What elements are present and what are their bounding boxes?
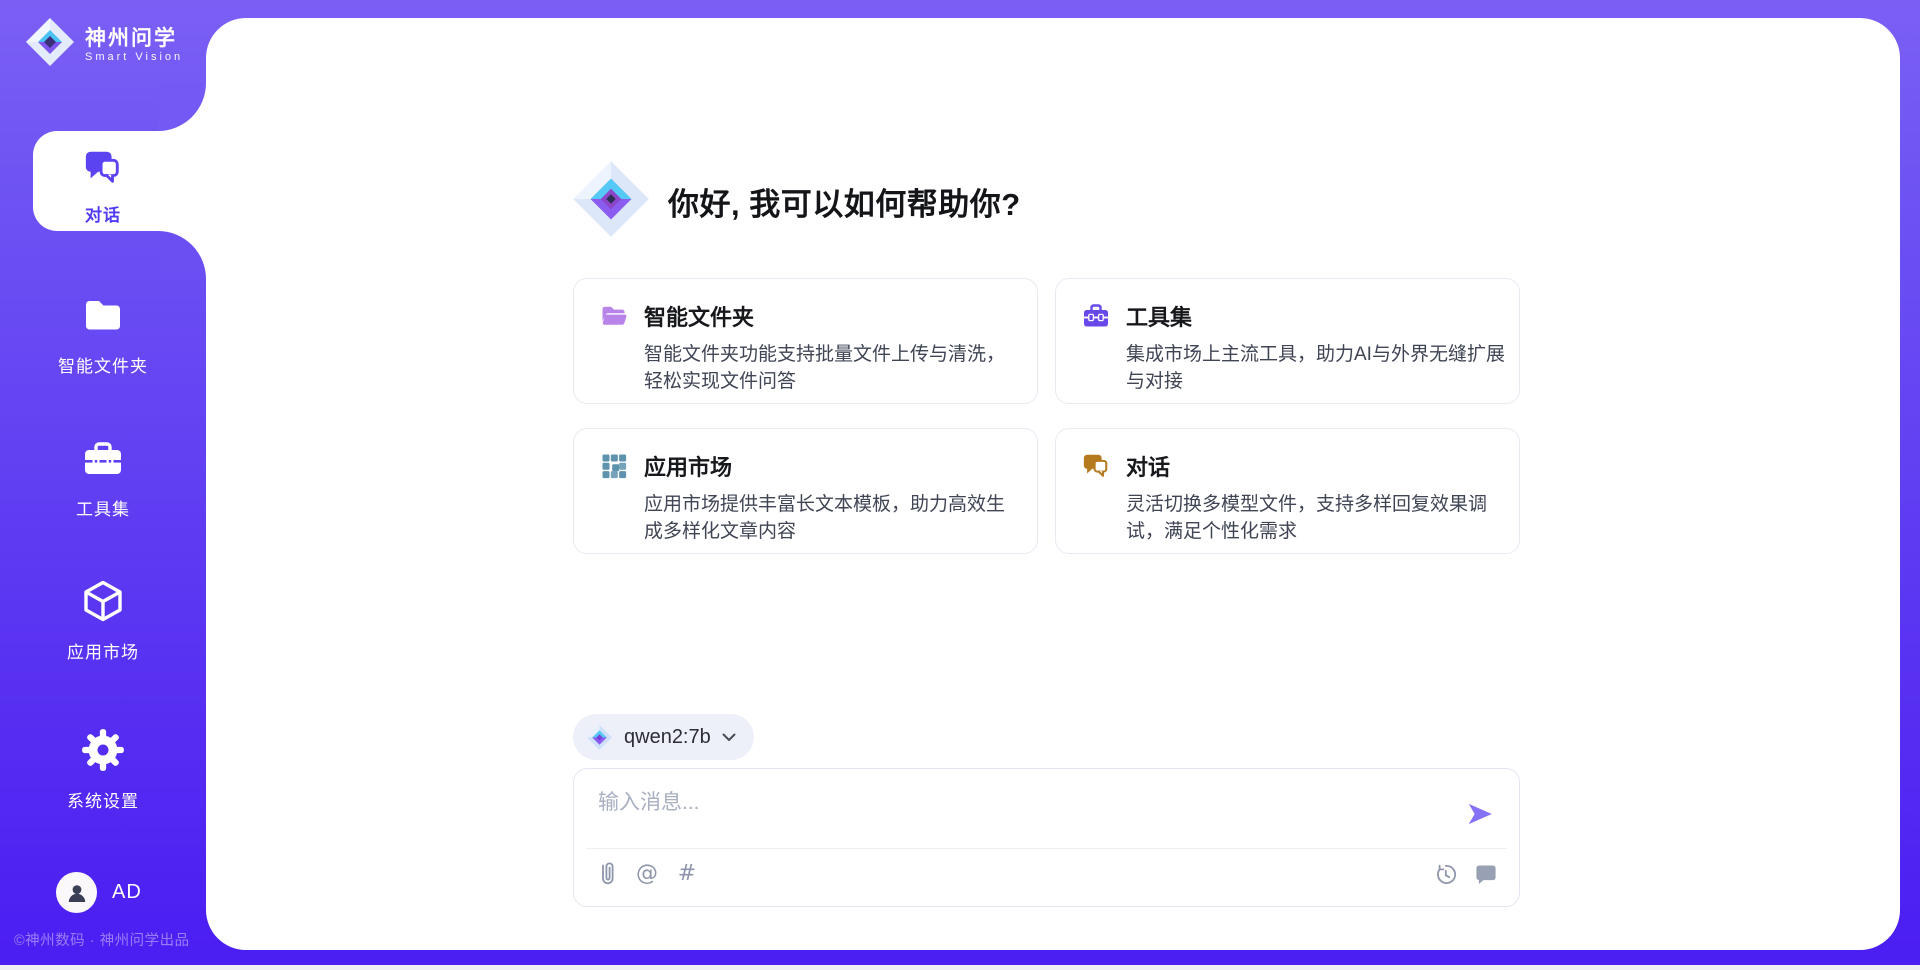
tab-fillet-bottom (158, 231, 206, 279)
sidebar-footer: ©神州数码 · 神州问学出品 (14, 929, 214, 950)
card-title: 应用市场 (644, 450, 1023, 482)
model-name: qwen2:7b (624, 726, 711, 749)
feature-cards: 智能文件夹 智能文件夹功能支持批量文件上传与清洗，轻松实现文件问答 工具集 集成… (573, 278, 1520, 554)
grid-icon (600, 452, 628, 480)
hash-icon: # (678, 863, 696, 885)
app-root: 神州问学 Smart Vision 对话 (0, 0, 1920, 970)
sidebar-item-label: 工具集 (76, 495, 130, 520)
chevron-down-icon (722, 733, 736, 742)
sidebar-item-label: 对话 (85, 201, 121, 226)
bottom-edge-strip (0, 965, 1920, 970)
feature-card-app-market[interactable]: 应用市场 应用市场提供丰富长文本模板，助力高效生成多样化文章内容 (573, 428, 1038, 554)
paperclip-icon (596, 861, 618, 887)
card-title: 对话 (1126, 450, 1505, 482)
sidebar-item-chat[interactable]: 对话 (0, 147, 206, 226)
brand-diamond-icon (570, 158, 652, 245)
sidebar: 神州问学 Smart Vision 对话 (0, 0, 206, 970)
model-selector[interactable]: qwen2:7b (573, 714, 754, 760)
sidebar-item-toolset[interactable]: 工具集 (0, 437, 206, 520)
at-icon: @ (636, 863, 658, 885)
send-button[interactable] (1465, 799, 1495, 829)
composer-divider (586, 848, 1507, 849)
sidebar-item-settings[interactable]: 系统设置 (0, 727, 206, 812)
greeting-title: 你好, 我可以如何帮助你? (668, 179, 1021, 224)
sidebar-item-app-market[interactable]: 应用市场 (0, 578, 206, 663)
sidebar-item-label: 应用市场 (67, 638, 139, 663)
folder-open-icon (600, 302, 628, 330)
card-title: 智能文件夹 (644, 300, 1023, 332)
history-clock-icon (1434, 863, 1457, 886)
feature-card-smart-folder[interactable]: 智能文件夹 智能文件夹功能支持批量文件上传与清洗，轻松实现文件问答 (573, 278, 1038, 404)
tab-fillet-top (158, 83, 206, 131)
chat-icon (1082, 452, 1110, 480)
sidebar-item-label: 系统设置 (67, 787, 139, 812)
sidebar-item-label: 智能文件夹 (58, 352, 148, 377)
card-title: 工具集 (1126, 300, 1505, 332)
chat-bubbles-icon (82, 147, 124, 192)
brand: 神州问学 Smart Vision (24, 16, 183, 73)
card-description: 智能文件夹功能支持批量文件上传与清洗，轻松实现文件问答 (644, 341, 1023, 395)
model-logo-icon (586, 724, 613, 751)
card-description: 集成市场上主流工具，助力AI与外界无缝扩展与对接 (1126, 341, 1505, 395)
brand-logo-icon (24, 16, 76, 73)
folder-icon (80, 292, 126, 343)
avatar (56, 872, 97, 913)
sidebar-item-smart-folder[interactable]: 智能文件夹 (0, 292, 206, 377)
brand-subtitle: Smart Vision (85, 51, 183, 63)
user-initials: AD (112, 881, 142, 904)
user-profile[interactable]: AD (56, 872, 142, 913)
card-description: 灵活切换多模型文件，支持多样回复效果调试，满足个性化需求 (1126, 491, 1505, 545)
mention-button[interactable]: @ (634, 859, 660, 889)
gear-icon (80, 727, 126, 778)
briefcase-icon (81, 437, 125, 486)
message-composer: @ # (573, 768, 1520, 907)
attach-file-button[interactable] (594, 859, 620, 889)
history-button[interactable] (1432, 859, 1458, 889)
toolbox-icon (1082, 302, 1110, 330)
feedback-bubble-button[interactable] (1473, 859, 1499, 889)
card-description: 应用市场提供丰富长文本模板，助力高效生成多样化文章内容 (644, 491, 1023, 545)
composer-toolbar-left: @ # (594, 859, 700, 889)
feature-card-toolset[interactable]: 工具集 集成市场上主流工具，助力AI与外界无缝扩展与对接 (1055, 278, 1520, 404)
brand-name: 神州问学 (85, 27, 183, 51)
message-input[interactable] (596, 784, 1450, 846)
topic-button[interactable]: # (674, 859, 700, 889)
cube-icon (80, 578, 126, 629)
feature-card-chat[interactable]: 对话 灵活切换多模型文件，支持多样回复效果调试，满足个性化需求 (1055, 428, 1520, 554)
composer-toolbar-right (1432, 859, 1499, 889)
greeting: 你好, 我可以如何帮助你? (570, 158, 1021, 245)
speech-bubble-icon (1475, 863, 1497, 885)
send-icon (1465, 817, 1495, 832)
